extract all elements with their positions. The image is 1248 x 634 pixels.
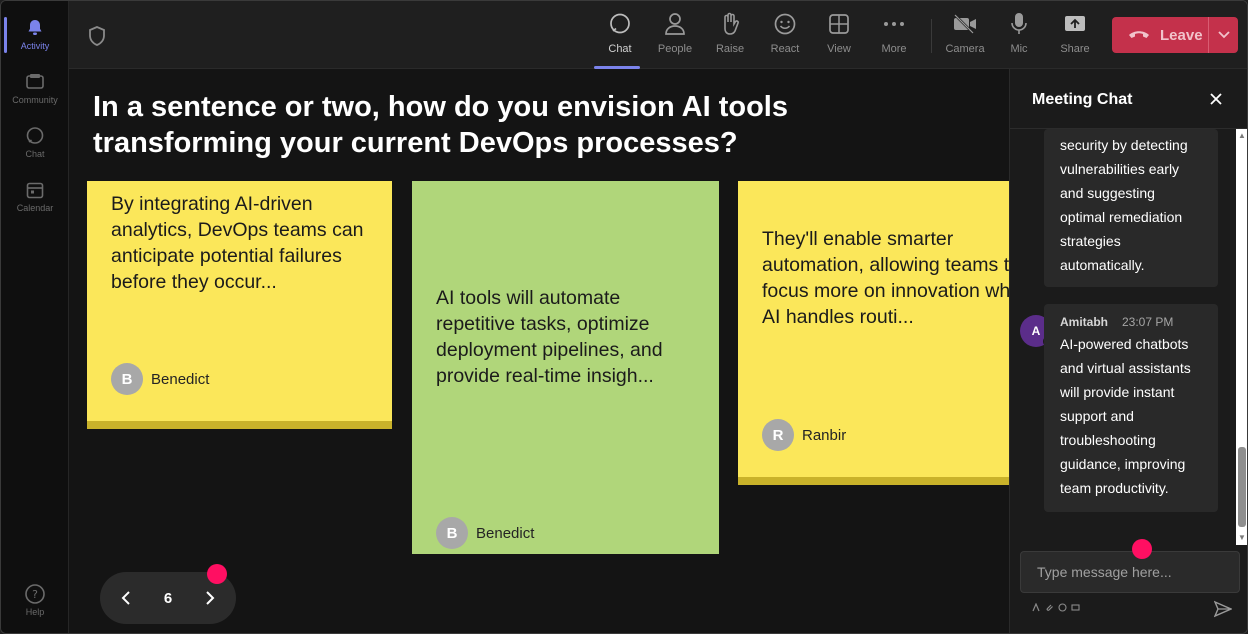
chat-title: Meeting Chat [1032,91,1133,108]
rail-item-help[interactable]: ? Help [1,573,69,627]
message-meta: Amitabh 23:07 PM [1060,312,1202,332]
toolbar-divider [931,19,932,53]
question-title: In a sentence or two, how do you envisio… [93,91,788,159]
avatar: R [762,419,794,451]
camera-button-label: Camera [945,43,985,55]
raise-button-label: Raise [715,43,745,55]
rail-item-label: Community [12,95,58,105]
share-button-label: Share [1060,43,1090,55]
share-icon [1062,11,1088,37]
chat-icon [24,125,46,147]
chat-button-label: Chat [608,43,632,55]
note-text: AI tools will automate repetitive tasks,… [436,287,663,387]
mic-icon [1006,11,1032,37]
message-composer [1020,551,1240,593]
camera-off-icon [952,11,978,37]
mic-button[interactable]: Mic [991,11,1047,63]
chat-button[interactable]: Chat [592,11,648,69]
gif-icon[interactable] [1071,603,1080,614]
sticky-note[interactable]: AI tools will automate repetitive tasks,… [412,181,719,554]
author-name: Benedict [476,524,535,542]
close-icon[interactable] [1208,91,1224,107]
cursor-marker [207,564,227,584]
chat-messages[interactable]: security by detecting vulnerabilities ea… [1010,129,1247,545]
chat-message: Amitabh 23:07 PM AI-powered chatbots and… [1044,304,1218,512]
camera-button[interactable]: Camera [937,11,993,63]
rail-item-activity[interactable]: Activity [1,7,69,61]
note-author: B Benedict [436,517,534,549]
author-name: Ranbir [802,426,847,444]
chat-scrollbar[interactable]: ▲ ▼ [1236,129,1247,545]
bell-icon [24,17,46,39]
format-icon[interactable] [1032,602,1041,614]
chat-icon [607,11,633,37]
people-button[interactable]: People [647,11,703,63]
meeting-window: Activity Community Chat Calendar ? Help [0,0,1248,634]
avatar-initial: A [1031,324,1041,338]
message-author: Amitabh [1060,315,1108,329]
help-icon: ? [24,583,46,605]
rail-item-label: Calendar [16,203,54,213]
message-text: AI-powered chatbots and virtual assistan… [1060,336,1191,496]
rail-item-label: Chat [25,149,45,159]
note-author: R Ranbir [762,419,846,451]
shield-icon[interactable] [87,25,107,47]
more-button[interactable]: More [866,11,922,63]
scroll-down-icon[interactable]: ▼ [1238,534,1246,542]
meeting-toolbar: Chat People Raise React View More Camera… [69,1,1247,69]
leave-button-label: Leave [1160,26,1203,44]
chevron-left-icon[interactable] [116,588,136,608]
composer-tools [1032,602,1080,614]
avatar: B [436,517,468,549]
view-button[interactable]: View [811,11,867,63]
message-time: 23:07 PM [1122,315,1174,329]
calendar-icon [24,179,46,201]
whiteboard-stage: In a sentence or two, how do you envisio… [69,69,1009,633]
meeting-chat-panel: Meeting Chat security by detecting vulne… [1009,69,1247,633]
share-button[interactable]: Share [1047,11,1103,63]
scroll-up-icon[interactable]: ▲ [1238,132,1246,140]
note-text: They'll enable smarter automation, allow… [762,228,1009,328]
chevron-down-icon[interactable] [1208,17,1238,53]
avatar: B [111,363,143,395]
rail-item-calendar[interactable]: Calendar [1,169,69,223]
note-author: B Benedict [111,363,209,395]
rail-item-label: Activity [20,41,50,51]
more-button-label: More [881,43,907,55]
message-text: security by detecting vulnerabilities ea… [1060,137,1188,273]
react-button[interactable]: React [757,11,813,63]
app-rail: Activity Community Chat Calendar ? Help [1,1,69,633]
sticky-note[interactable]: They'll enable smarter automation, allow… [738,181,1009,477]
mic-button-label: Mic [1010,43,1028,55]
smiley-icon [772,11,798,37]
people-icon [662,11,688,37]
more-icon [881,11,907,37]
react-button-label: React [770,43,800,55]
svg-text:?: ? [32,588,38,601]
community-icon [24,71,46,93]
author-name: Benedict [151,370,210,388]
page-number: 6 [163,589,173,607]
phone-hangup-icon [1124,29,1154,41]
chevron-right-icon[interactable] [200,588,220,608]
leave-button[interactable]: Leave [1112,17,1238,53]
rail-item-chat[interactable]: Chat [1,115,69,169]
rail-item-label: Help [25,607,45,617]
rail-item-community[interactable]: Community [1,61,69,115]
attach-icon[interactable] [1045,603,1054,614]
message-input[interactable] [1021,552,1239,592]
chat-message: security by detecting vulnerabilities ea… [1044,129,1218,287]
view-button-label: View [827,43,851,55]
sticky-note[interactable]: By integrating AI-driven analytics, DevO… [87,181,392,421]
chat-header: Meeting Chat [1010,69,1247,129]
grid-icon [826,11,852,37]
cursor-marker [1132,539,1152,559]
people-button-label: People [657,43,693,55]
emoji-icon[interactable] [1058,603,1067,614]
note-text: By integrating AI-driven analytics, DevO… [111,193,364,293]
scrollbar-thumb[interactable] [1238,447,1246,527]
raise-hand-button[interactable]: Raise [702,11,758,63]
send-icon[interactable] [1213,600,1233,618]
hand-icon [717,11,743,37]
